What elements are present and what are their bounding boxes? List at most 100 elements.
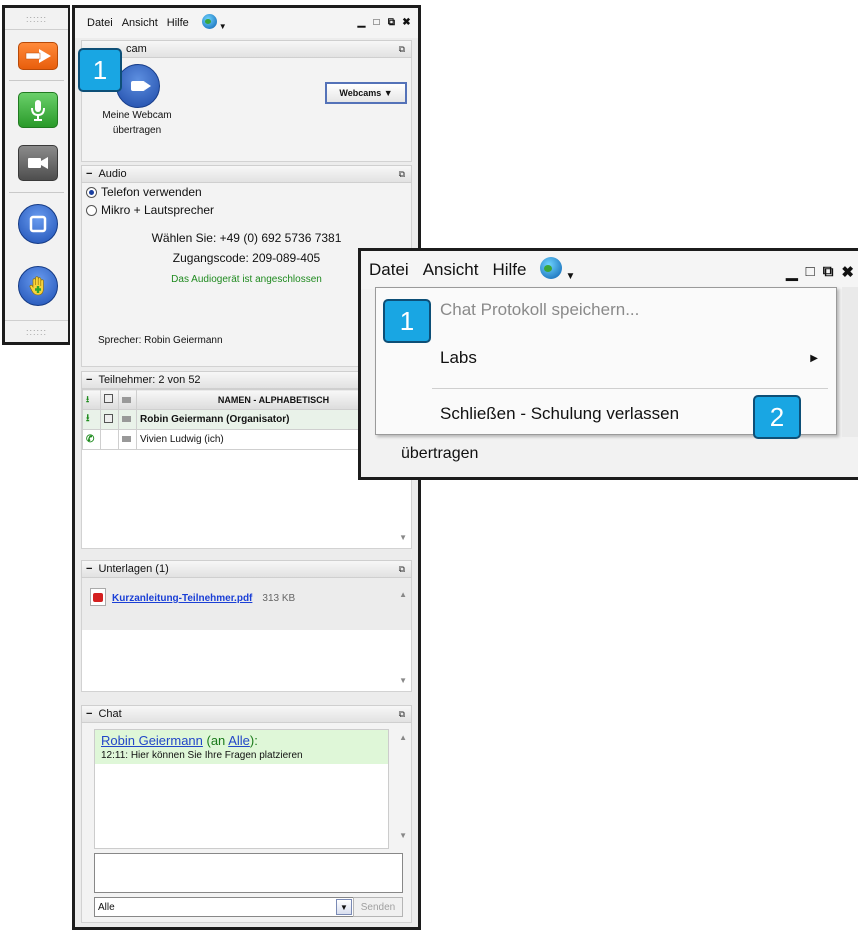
- audio-section-title: Audio: [98, 168, 127, 180]
- chevron-down-icon[interactable]: ▼: [336, 899, 352, 915]
- video-camera-icon: [131, 81, 151, 91]
- presenter-icon: [104, 413, 113, 423]
- collapse-icon[interactable]: −: [86, 708, 92, 720]
- webcam-label-line1: Meine Webcam: [102, 110, 172, 121]
- participants-section-title: Teilnehmer: 2 von 52: [98, 374, 201, 386]
- share-arrow-button[interactable]: [18, 42, 58, 70]
- globe-icon: [201, 14, 217, 29]
- radio-phone[interactable]: Telefon verwenden: [82, 183, 411, 201]
- menu-separator: [432, 388, 828, 389]
- collapse-icon[interactable]: −: [86, 168, 92, 180]
- maximize-icon[interactable]: □: [806, 263, 815, 281]
- window-controls: ▁ □ ⧉ ✖: [786, 263, 854, 281]
- camera-column-icon[interactable]: [122, 396, 131, 403]
- arrow-right-icon: [25, 49, 51, 63]
- recipient-link[interactable]: Alle: [228, 733, 250, 748]
- toolbar-separator: [9, 192, 64, 193]
- menu-hilfe[interactable]: Hilfe: [492, 260, 526, 280]
- chat-section: Robin Geiermann (an Alle): 12:11: Hier k…: [81, 723, 412, 923]
- share-webcam-button[interactable]: [116, 64, 160, 108]
- documents-section-header[interactable]: − Unterlagen (1) ⧉: [81, 560, 412, 578]
- menu-item-save-chat-log[interactable]: Chat Protokoll speichern...: [376, 292, 836, 328]
- current-speaker: Sprecher: Robin Geiermann: [98, 335, 223, 346]
- chat-recipient-value: Alle: [98, 901, 115, 913]
- send-button[interactable]: Senden: [353, 897, 403, 917]
- menu-item-labs[interactable]: Labs ▶: [376, 340, 836, 376]
- phone-column-icon[interactable]: ⭳: [86, 394, 89, 404]
- square-icon: [29, 215, 47, 233]
- collapse-icon[interactable]: −: [86, 374, 92, 386]
- scroll-down-icon[interactable]: ▼: [399, 676, 407, 685]
- background-panel-strip: [842, 287, 858, 437]
- language-menu[interactable]: ▼: [198, 14, 227, 32]
- menu-ansicht[interactable]: Ansicht: [122, 17, 158, 29]
- camera-button[interactable]: [18, 145, 58, 181]
- dial-in-number: Wählen Sie: +49 (0) 692 5736 7381: [151, 231, 342, 245]
- minimize-icon[interactable]: ▁: [356, 17, 367, 28]
- close-icon[interactable]: ✖: [401, 17, 412, 28]
- chat-input[interactable]: [94, 853, 403, 893]
- chat-section-header[interactable]: − Chat ⧉: [81, 705, 412, 723]
- webcam-label-line2: übertragen: [112, 125, 162, 136]
- scroll-down-icon[interactable]: ▼: [399, 831, 407, 840]
- camera-icon: [122, 416, 131, 422]
- scroll-up-icon[interactable]: ▲: [399, 733, 407, 742]
- menu-datei[interactable]: Datei: [369, 260, 409, 280]
- popout-section-icon[interactable]: ⧉: [399, 44, 405, 55]
- toolbar-separator: [9, 80, 64, 81]
- popout-section-icon[interactable]: ⧉: [399, 564, 405, 575]
- microphone-button[interactable]: [18, 92, 58, 128]
- phone-icon: ✆: [86, 434, 95, 445]
- stop-share-button[interactable]: [18, 204, 58, 244]
- popout-icon[interactable]: ⧉: [386, 17, 397, 28]
- popout-icon[interactable]: ⧉: [823, 263, 834, 281]
- webcams-dropdown[interactable]: Webcams ▼: [325, 82, 407, 104]
- toolbar-grip-top[interactable]: ::::::: [5, 8, 68, 30]
- menu-hilfe[interactable]: Hilfe: [167, 17, 189, 29]
- zoomed-menu-window: Datei Ansicht Hilfe ▼ ▁ □ ⧉ ✖ Chat Proto…: [358, 248, 858, 480]
- globe-icon: [540, 256, 563, 279]
- step-badge-1: 1: [78, 48, 122, 92]
- menu-datei[interactable]: Datei: [87, 17, 113, 29]
- hand-icon: [29, 276, 44, 296]
- menu-bar: Datei Ansicht Hilfe ▼ ▁ □ ⧉ ✖: [75, 8, 418, 38]
- popout-section-icon[interactable]: ⧉: [399, 709, 405, 720]
- chat-history[interactable]: Robin Geiermann (an Alle): 12:11: Hier k…: [94, 729, 389, 849]
- video-camera-icon: [28, 157, 48, 169]
- webcam-section-header[interactable]: cam ⧉: [81, 40, 412, 58]
- chat-sender-line: Robin Geiermann (an Alle):: [101, 733, 382, 748]
- scroll-down-icon[interactable]: ▼: [399, 533, 407, 542]
- scroll-up-icon[interactable]: ▲: [399, 590, 407, 599]
- collapse-icon[interactable]: −: [86, 563, 92, 575]
- download-icon: ⭳: [86, 413, 90, 424]
- status-column-icon[interactable]: [104, 394, 113, 403]
- step-badge-2: 2: [753, 395, 801, 439]
- radio-mic-speaker[interactable]: Mikro + Lautsprecher: [82, 201, 411, 219]
- sender-link[interactable]: Robin Geiermann: [101, 733, 203, 748]
- document-size: 313 KB: [262, 593, 296, 605]
- close-icon[interactable]: ✖: [841, 263, 854, 281]
- chat-message: Robin Geiermann (an Alle): 12:11: Hier k…: [95, 730, 388, 764]
- popout-section-icon[interactable]: ⧉: [399, 169, 405, 180]
- chat-to-prefix: (an: [202, 733, 229, 748]
- raise-hand-button[interactable]: [18, 266, 58, 306]
- language-menu[interactable]: ▼: [540, 256, 575, 284]
- audio-section-header[interactable]: − Audio ⧉: [81, 165, 412, 183]
- pdf-file-icon: [90, 588, 106, 606]
- chat-to-suffix: ):: [249, 733, 258, 748]
- webcam-section: Meine Webcam übertragen Webcams ▼: [81, 58, 412, 162]
- chat-section-title: Chat: [98, 708, 122, 720]
- radio-phone-label: Telefon verwenden: [101, 185, 202, 199]
- submenu-arrow-icon: ▶: [810, 352, 818, 364]
- list-item[interactable]: Kurzanleitung-Teilnehmer.pdf 313 KB: [82, 578, 411, 630]
- maximize-icon[interactable]: □: [371, 17, 382, 28]
- toolbar-grip-bottom[interactable]: ::::::: [5, 320, 68, 342]
- minimize-icon[interactable]: ▁: [786, 263, 798, 281]
- menu-ansicht[interactable]: Ansicht: [423, 260, 479, 280]
- radio-mic-label: Mikro + Lautsprecher: [101, 203, 215, 217]
- chat-recipient-select[interactable]: Alle ▼: [94, 897, 354, 917]
- document-link[interactable]: Kurzanleitung-Teilnehmer.pdf: [112, 593, 252, 604]
- webcam-label: Meine Webcam übertragen: [82, 108, 192, 138]
- caret-down-icon: ▼: [218, 22, 227, 31]
- camera-icon: [122, 436, 131, 442]
